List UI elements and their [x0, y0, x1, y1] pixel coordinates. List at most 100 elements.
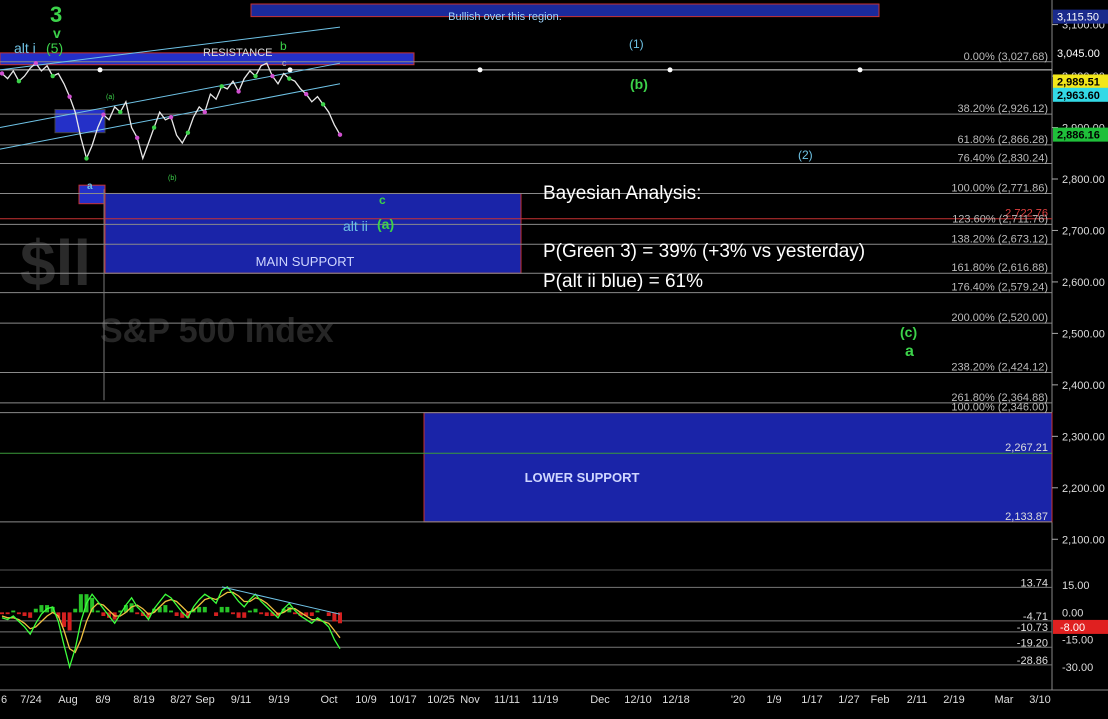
oscillator-histogram-bar	[16, 612, 21, 615]
support-bound-label: 2,133.87	[1005, 511, 1048, 523]
x-tick-label: Nov	[460, 694, 480, 706]
oscillator-histogram-bar	[39, 605, 44, 613]
oscillator-histogram-bar	[11, 610, 16, 613]
target-marker	[477, 67, 483, 73]
x-tick-label: 2/19	[943, 694, 964, 706]
price-point	[270, 73, 275, 79]
fib-level-label: 123.60% (2,711.76)	[952, 213, 1048, 225]
price-point	[236, 89, 241, 94]
x-tick-label: 1/9	[766, 694, 781, 706]
oscillator-tick-label: 0.00	[1062, 607, 1083, 619]
chart-canvas: $llS&P 500 Index Bullish over this region…	[0, 0, 1108, 714]
oscillator-histogram-bar	[247, 610, 252, 613]
fib-level-label: 76.40% (2,830.24)	[957, 152, 1048, 164]
oscillator-histogram-bar	[22, 612, 27, 616]
oscillator-histogram-bar	[309, 612, 314, 616]
oscillator-histogram-bar	[214, 612, 219, 616]
x-tick-label: 3/10	[1029, 694, 1050, 706]
x-tick-label: 9/19	[268, 694, 289, 706]
oscillator-histogram-bar	[219, 606, 224, 613]
oscillator-histogram-bar	[259, 612, 264, 615]
x-tick-label: Feb	[871, 694, 890, 706]
oscillator-histogram-bar	[225, 606, 230, 613]
price-point	[337, 132, 343, 137]
oscillator-histogram-bar	[28, 612, 33, 618]
oscillator-level-label: 13.74	[1020, 577, 1048, 589]
x-tick-label: 1/17	[801, 694, 822, 706]
price-point	[118, 109, 123, 115]
oscillator-histogram-bar	[33, 608, 38, 613]
x-tick-label: 10/9	[355, 694, 376, 706]
oscillator-histogram-bar	[95, 610, 100, 613]
x-tick-label: 12/10	[624, 694, 652, 706]
bayes-alt-probability: P(alt ii blue) = 61%	[543, 271, 703, 292]
fib-level-label: 100.00% (2,771.86)	[951, 182, 1048, 194]
wave-1-label: (1)	[629, 37, 644, 51]
x-tick-label: 11/11	[494, 694, 520, 706]
wave-b-paren-label: (b)	[630, 76, 648, 92]
fib-level-label: 238.20% (2,424.12)	[951, 361, 1048, 373]
x-tick-label: 8/9	[95, 694, 110, 706]
price-tag-label: 2,989.51	[1057, 76, 1100, 88]
oscillator-histogram-bar	[5, 612, 10, 615]
oscillator-histogram-bar	[163, 605, 168, 613]
main-support-label: MAIN SUPPORT	[256, 254, 355, 269]
x-tick-label: 11/19	[532, 694, 559, 706]
price-tag-label: 2,963.60	[1057, 90, 1100, 102]
price-point	[33, 60, 38, 66]
fib-level-label: 176.40% (2,579.24)	[951, 282, 1048, 294]
oscillator-histogram-bar	[135, 612, 140, 615]
oscillator-histogram-bar	[67, 612, 72, 631]
y-tick-label: 2,300.00	[1062, 431, 1105, 443]
oscillator-histogram-bar	[236, 612, 241, 618]
fib-level-label: 200.00% (2,520.00)	[951, 312, 1048, 324]
resistance-zone-label: RESISTANCE	[203, 47, 272, 59]
wave-b-top-label: b	[280, 39, 287, 53]
price-point	[185, 130, 191, 135]
y-tick-label: 2,500.00	[1062, 328, 1105, 340]
x-tick-label: 10/25	[427, 694, 455, 706]
y-tick-label: 2,600.00	[1062, 277, 1105, 289]
price-point	[287, 76, 292, 81]
y-tick-label: 2,200.00	[1062, 483, 1105, 495]
x-tick-label: 7/24	[20, 694, 41, 706]
price-point	[67, 94, 72, 99]
price-point	[101, 112, 106, 117]
price-point	[84, 156, 89, 161]
price-tag-label: 2,886.16	[1057, 130, 1100, 142]
y-tick-label: 2,400.00	[1062, 380, 1105, 392]
x-tick-label: Oct	[320, 694, 337, 706]
elliott-wave-chart: $ll S&P 500 Index Bullish over this region…	[0, 0, 1108, 714]
wave-c-mid-label: c	[379, 193, 386, 207]
price-point	[135, 135, 140, 141]
target-marker	[97, 67, 103, 73]
price-point	[202, 109, 207, 115]
fib-level-label: 61.80% (2,866.28)	[957, 134, 1048, 146]
bayes-heading: Bayesian Analysis:	[543, 183, 701, 204]
oscillator-tick-label: -15.00	[1062, 635, 1093, 647]
support-bound-label: 2,267.21	[1005, 442, 1048, 454]
x-tick-label: Mar	[995, 694, 1014, 706]
price-tag-label: 3,045.00	[1057, 48, 1100, 60]
oscillator-histogram-bar	[230, 612, 235, 615]
oscillator-histogram-bar	[174, 612, 179, 616]
target-marker	[287, 67, 293, 73]
oscillator-current-label: -8.00	[1060, 622, 1085, 634]
target-marker	[667, 67, 673, 73]
oscillator-histogram-bar	[0, 612, 4, 615]
watermark-ticker: $ll	[20, 227, 91, 299]
price-tag-label: 3,115.50	[1057, 12, 1099, 24]
price-point	[168, 115, 174, 120]
oscillator-level-label: -28.86	[1017, 655, 1048, 667]
x-tick-label: Sep	[195, 694, 215, 706]
x-tick-label: 10/17	[389, 694, 417, 706]
fib-level-label: 161.80% (2,616.88)	[951, 262, 1048, 274]
price-point	[0, 71, 5, 76]
wave-2-label: (2)	[798, 148, 813, 162]
x-tick-label: '20	[731, 694, 745, 706]
oscillator-tick-label: 15.00	[1062, 580, 1090, 592]
wave-c-top-label: c	[282, 58, 287, 68]
watermark-index-name: S&P 500 Index	[100, 312, 334, 350]
x-tick-label: 1/27	[838, 694, 859, 706]
oscillator-histogram-bar	[253, 608, 258, 613]
